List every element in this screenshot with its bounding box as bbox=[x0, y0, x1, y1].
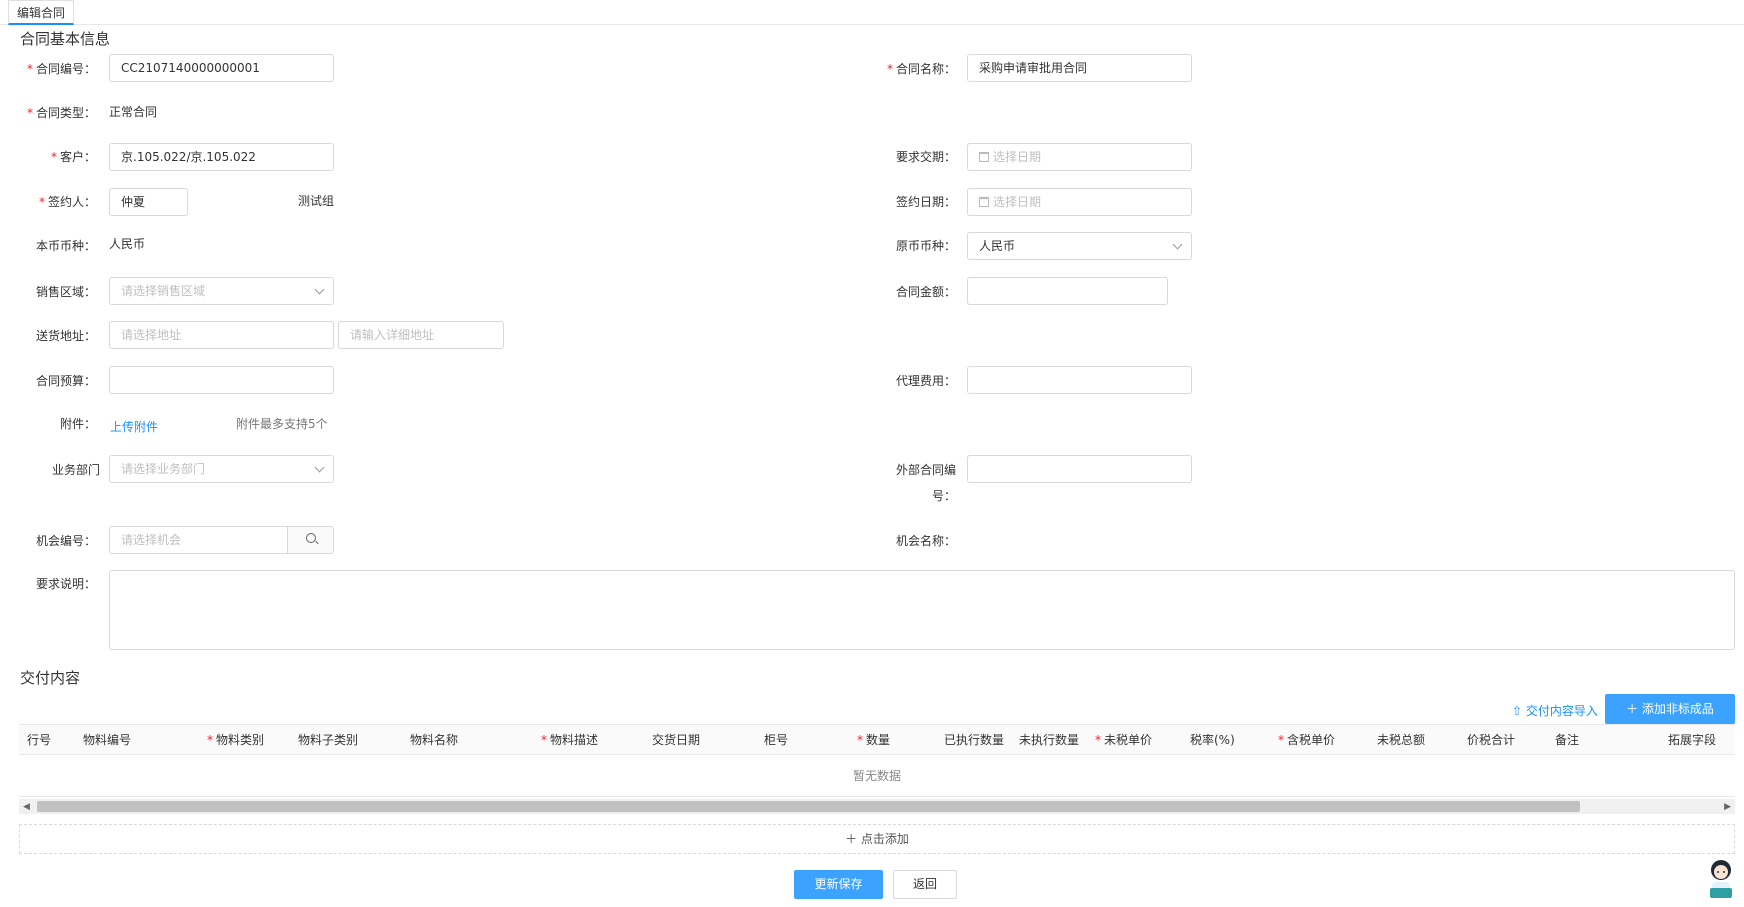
delivery-table-empty-row: 暂无数据 bbox=[19, 755, 1735, 797]
required-delivery-label: 要求交期： bbox=[895, 150, 956, 164]
opportunity-search-button[interactable] bbox=[287, 527, 333, 553]
department-select[interactable]: 请选择业务部门 bbox=[109, 455, 334, 483]
column-header: 行号 bbox=[27, 733, 52, 747]
scroll-thumb[interactable] bbox=[37, 801, 1580, 812]
column-header: * 物料类别 bbox=[207, 733, 265, 747]
attachment-hint: 附件最多支持5个 bbox=[236, 417, 328, 431]
column-header: 物料编号 bbox=[83, 733, 132, 747]
table-scrollbar[interactable]: ◀ ▶ bbox=[19, 799, 1735, 814]
scroll-left-arrow-icon[interactable]: ◀ bbox=[23, 802, 30, 812]
opportunity-no-label: 机会编号： bbox=[35, 534, 96, 548]
contract-no-label: * 合同编号： bbox=[26, 62, 96, 76]
sign-date-picker[interactable]: 选择日期 bbox=[967, 188, 1192, 216]
tab-edit-contract[interactable]: 编辑合同 bbox=[8, 0, 75, 25]
column-header: 柜号 bbox=[764, 733, 789, 747]
contract-type-label: * 合同类型： bbox=[26, 106, 96, 120]
budget-input[interactable] bbox=[109, 366, 334, 394]
signer-label: * 签约人： bbox=[38, 195, 96, 209]
column-header: * 含税单价 bbox=[1278, 733, 1336, 747]
import-delivery-link[interactable]: ⇧ 交付内容导入 bbox=[1512, 702, 1598, 719]
sales-region-label: 销售区域： bbox=[35, 285, 96, 299]
signer-input[interactable]: 仲夏 bbox=[109, 188, 188, 216]
column-header: * 数量 bbox=[857, 733, 891, 747]
requirement-label: 要求说明： bbox=[35, 577, 96, 591]
customer-input[interactable]: 京.105.022/京.105.022 bbox=[109, 143, 334, 171]
delivery-detail-input[interactable]: 请输入详细地址 bbox=[338, 321, 504, 349]
external-no-label-2: 号： bbox=[931, 489, 956, 503]
delivery-table-header: 行号 物料编号 * 物料类别 物料子类别 物料名称 * 物料描述 交货日期 柜号 * 数量 已执行数量未… bbox=[19, 724, 1735, 755]
calendar-icon bbox=[979, 152, 989, 162]
assistant-avatar-icon[interactable] bbox=[1706, 856, 1736, 900]
column-header: 拓展字段 bbox=[1668, 733, 1717, 747]
column-header: 物料子类别 bbox=[298, 733, 359, 747]
column-header: 价税合计 bbox=[1467, 733, 1516, 747]
local-currency-label: 本币币种： bbox=[35, 239, 96, 253]
chevron-down-icon bbox=[314, 462, 325, 473]
agency-fee-label: 代理费用： bbox=[895, 374, 956, 388]
requirement-textarea[interactable] bbox=[109, 570, 1735, 650]
contract-type-value: 正常合同 bbox=[109, 105, 158, 119]
update-save-button[interactable]: 更新保存 bbox=[794, 870, 883, 899]
add-nonstandard-button[interactable]: ＋ 添加非标成品 bbox=[1605, 694, 1735, 724]
column-header: 未税总额 bbox=[1377, 733, 1426, 747]
contract-amount-label: 合同金额： bbox=[895, 285, 956, 299]
column-header: 已执行数量 bbox=[944, 733, 1005, 747]
chevron-down-icon bbox=[314, 284, 325, 295]
signer-group: 测试组 bbox=[298, 194, 335, 208]
contract-amount-input[interactable] bbox=[967, 277, 1168, 305]
department-label: 业务部门 bbox=[51, 463, 100, 477]
customer-label: * 客户： bbox=[50, 150, 96, 164]
column-header: 未执行数量 bbox=[1019, 733, 1080, 747]
orig-currency-select[interactable]: 人民币 bbox=[967, 232, 1192, 260]
column-header: 税率(%) bbox=[1190, 733, 1235, 747]
required-delivery-date-picker[interactable]: 选择日期 bbox=[967, 143, 1192, 171]
chevron-down-icon bbox=[1172, 239, 1183, 250]
column-header: 交货日期 bbox=[652, 733, 701, 747]
agency-fee-input[interactable] bbox=[967, 366, 1192, 394]
external-no-input[interactable] bbox=[967, 455, 1192, 483]
opportunity-name-label: 机会名称： bbox=[895, 534, 956, 548]
contract-no-input[interactable]: CC2107140000000001 bbox=[109, 54, 334, 82]
delivery-address-select[interactable]: 请选择地址 bbox=[109, 321, 334, 349]
delivery-address-label: 送货地址： bbox=[35, 329, 96, 343]
column-header: * 物料描述 bbox=[541, 733, 599, 747]
add-row-button[interactable]: ＋ 点击添加 bbox=[19, 824, 1735, 854]
sign-date-label: 签约日期： bbox=[895, 195, 956, 209]
upload-attachment-link[interactable]: 上传附件 bbox=[110, 418, 158, 435]
scroll-right-arrow-icon[interactable]: ▶ bbox=[1724, 802, 1731, 812]
column-header: 备注 bbox=[1555, 733, 1580, 747]
contract-name-label: * 合同名称： bbox=[886, 62, 956, 76]
contract-name-input[interactable]: 采购申请审批用合同 bbox=[967, 54, 1192, 82]
sales-region-select[interactable]: 请选择销售区域 bbox=[109, 277, 334, 305]
external-no-label-1: 外部合同编 bbox=[895, 463, 956, 477]
opportunity-no-input[interactable]: 请选择机会 bbox=[109, 526, 334, 554]
attachment-label: 附件： bbox=[59, 417, 96, 431]
calendar-icon bbox=[979, 197, 989, 207]
local-currency-value: 人民币 bbox=[109, 237, 146, 251]
tab-bar bbox=[0, 0, 1744, 25]
empty-text: 暂无数据 bbox=[852, 769, 901, 783]
search-icon bbox=[306, 533, 316, 543]
delivery-title: 交付内容 bbox=[20, 669, 81, 687]
back-button[interactable]: 返回 bbox=[893, 870, 957, 899]
column-header: * 未税单价 bbox=[1095, 733, 1153, 747]
column-header: 物料名称 bbox=[410, 733, 459, 747]
budget-label: 合同预算： bbox=[35, 374, 96, 388]
orig-currency-label: 原币币种： bbox=[895, 239, 956, 253]
basic-info-title: 合同基本信息 bbox=[20, 30, 111, 48]
